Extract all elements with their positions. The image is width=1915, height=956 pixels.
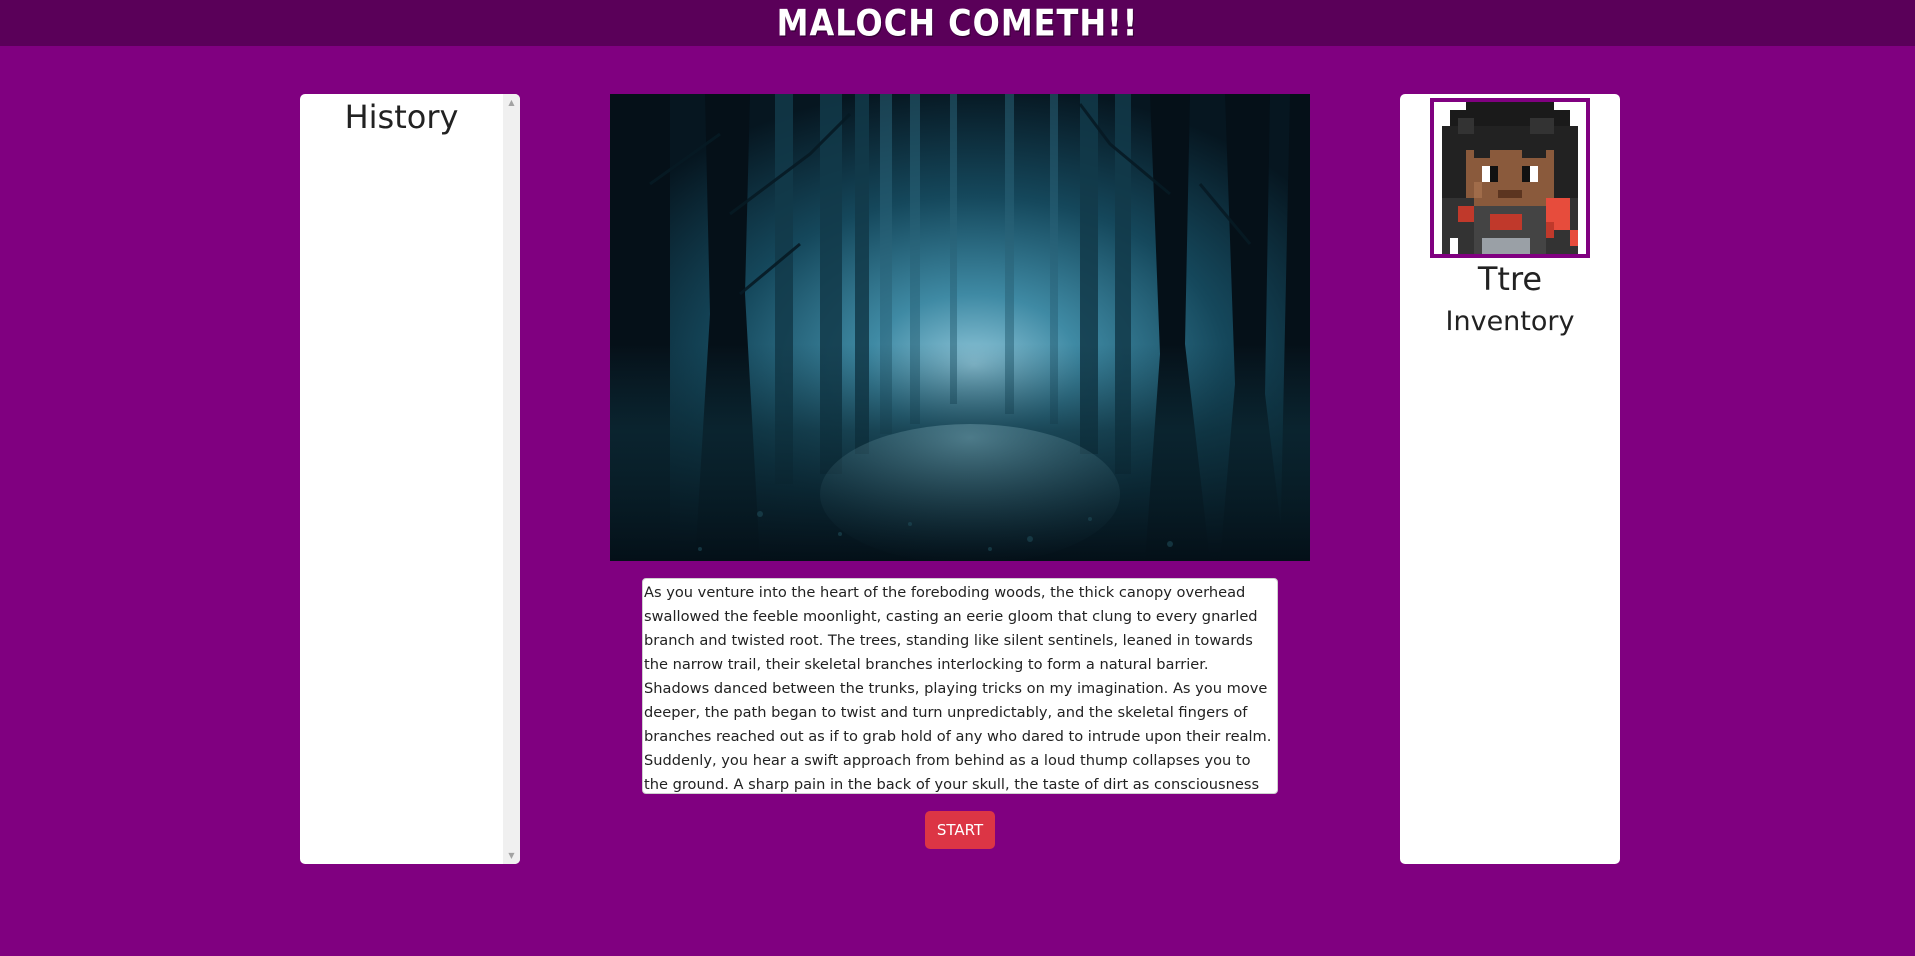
inventory-title: Inventory: [1445, 306, 1575, 337]
scene-image: [610, 94, 1310, 561]
pixel-portrait-icon: [1434, 102, 1586, 254]
game-title: MALOCH COMETH!!: [776, 1, 1139, 45]
story-text: As you venture into the heart of the for…: [642, 578, 1278, 794]
history-scrollbar[interactable]: ▲ ▼: [503, 94, 520, 864]
triangle-up-icon[interactable]: ▲: [503, 94, 520, 111]
forest-scene-illustration: [610, 94, 1310, 561]
header-bar: MALOCH COMETH!!: [0, 0, 1915, 46]
triangle-down-icon[interactable]: ▼: [503, 847, 520, 864]
character-panel: Ttre Inventory: [1400, 94, 1620, 864]
start-button[interactable]: START: [925, 811, 995, 849]
character-avatar: [1430, 98, 1590, 258]
history-panel[interactable]: History ▲ ▼: [300, 94, 520, 864]
history-title: History: [344, 98, 459, 136]
character-name: Ttre: [1477, 260, 1543, 298]
